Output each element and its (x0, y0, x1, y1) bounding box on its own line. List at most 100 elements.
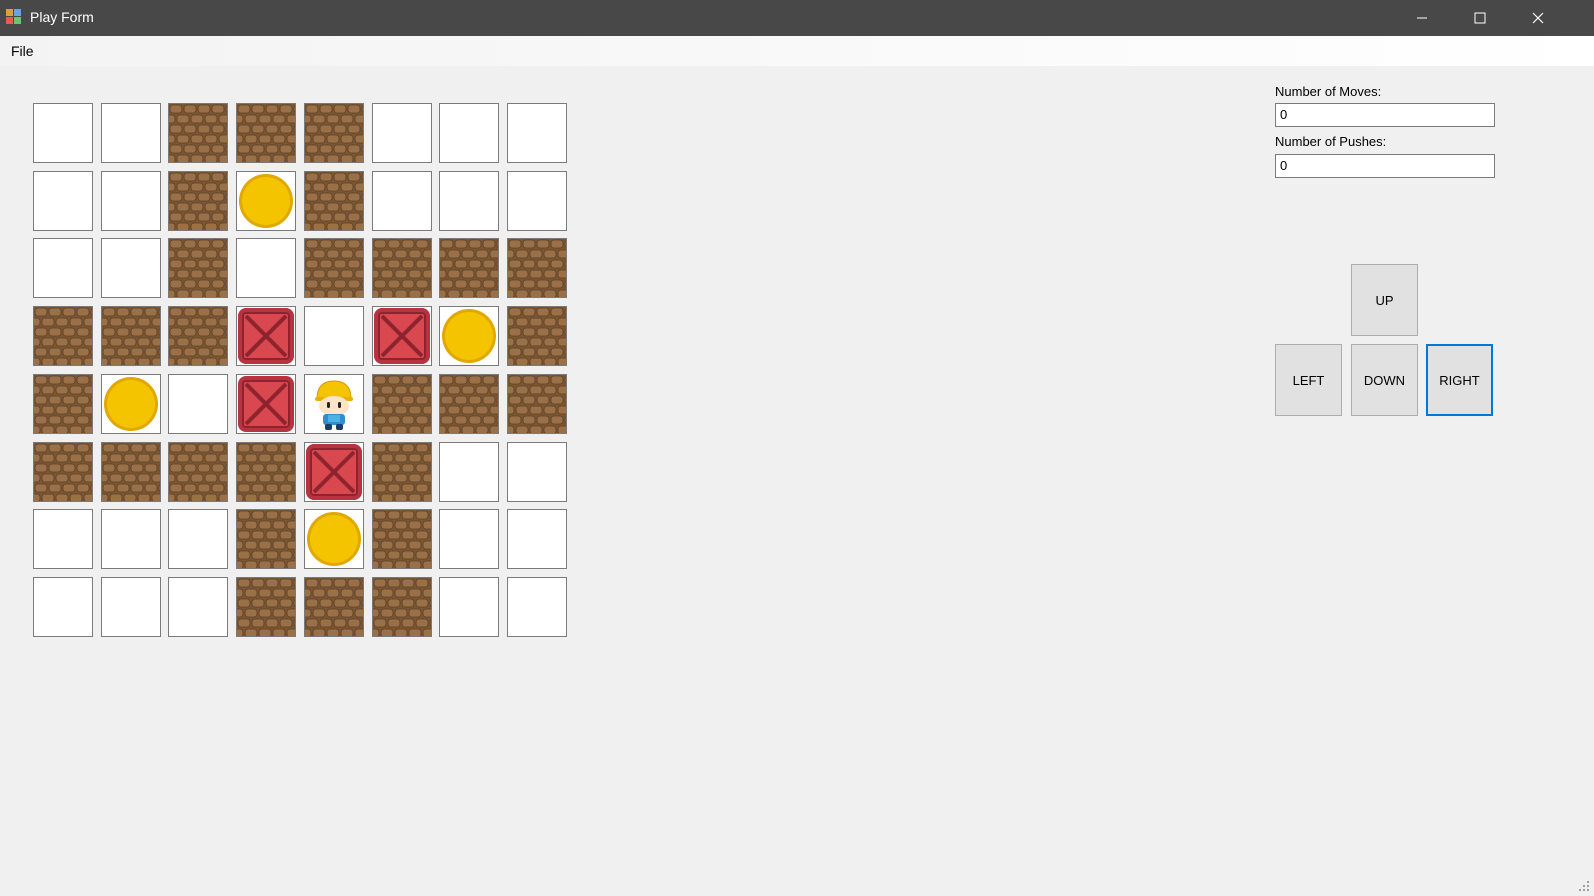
wall-cell (168, 238, 229, 299)
empty-cell (100, 103, 161, 163)
title-bar: Play Form (0, 0, 1594, 36)
wall-cell (168, 103, 229, 163)
down-button[interactable]: DOWN (1351, 344, 1418, 416)
empty-cell (100, 576, 161, 637)
menu-bar: File (0, 36, 1594, 66)
empty-cell (168, 373, 229, 434)
gold-coin-icon (239, 173, 294, 228)
wall-cell (236, 576, 297, 637)
brick-icon (440, 374, 499, 433)
empty-cell (236, 238, 297, 299)
left-button[interactable]: LEFT (1275, 344, 1342, 416)
empty-cell (33, 238, 93, 299)
empty-cell (100, 170, 161, 231)
minimize-icon (1417, 17, 1427, 19)
brick-icon (237, 510, 296, 569)
brick-icon (440, 239, 499, 298)
empty-cell (303, 306, 364, 367)
brick-icon (507, 374, 566, 433)
moves-field[interactable]: 0 (1275, 103, 1495, 127)
crate-cell (236, 306, 297, 367)
empty-cell (506, 170, 567, 231)
empty-cell (33, 576, 93, 637)
brick-icon (237, 577, 296, 636)
brick-icon (237, 442, 296, 501)
crate-icon (238, 375, 295, 432)
wall-cell (303, 238, 364, 299)
crate-cell (236, 373, 297, 434)
brick-icon (34, 442, 92, 501)
empty-cell (439, 103, 500, 163)
wall-cell (303, 103, 364, 163)
brick-icon (34, 307, 92, 366)
wall-cell (371, 373, 432, 434)
wall-cell (506, 373, 567, 434)
right-button[interactable]: RIGHT (1426, 344, 1493, 416)
empty-cell (439, 441, 500, 502)
empty-cell (168, 576, 229, 637)
empty-cell (439, 170, 500, 231)
wall-cell (236, 441, 297, 502)
empty-cell (168, 509, 229, 570)
up-button[interactable]: UP (1351, 264, 1418, 336)
wall-cell (168, 441, 229, 502)
brick-icon (101, 307, 160, 366)
brick-icon (507, 307, 566, 366)
brick-icon (372, 442, 431, 501)
brick-icon (304, 577, 363, 636)
app-icon (6, 9, 21, 24)
empty-cell (439, 509, 500, 570)
maximize-button[interactable] (1451, 0, 1509, 36)
brick-icon (169, 442, 228, 501)
empty-cell (33, 103, 93, 163)
wall-cell (371, 238, 432, 299)
brick-icon (372, 239, 431, 298)
brick-icon (237, 104, 296, 162)
wall-cell (33, 373, 93, 434)
close-icon (1532, 12, 1544, 24)
wall-cell (371, 576, 432, 637)
brick-icon (169, 171, 228, 230)
wall-cell (506, 306, 567, 367)
crate-cell (371, 306, 432, 367)
wall-cell (100, 306, 161, 367)
empty-cell (33, 170, 93, 231)
wall-cell (33, 441, 93, 502)
close-button[interactable] (1509, 0, 1567, 36)
empty-cell (100, 509, 161, 570)
brick-icon (507, 239, 566, 298)
pushes-label: Number of Pushes: (1275, 134, 1387, 149)
empty-cell (506, 509, 567, 570)
resize-grip-icon[interactable] (1578, 880, 1590, 892)
wall-cell (439, 373, 500, 434)
wall-cell (168, 306, 229, 367)
empty-cell (506, 576, 567, 637)
gold-coin-icon (103, 376, 158, 431)
brick-icon (372, 510, 431, 569)
brick-icon (34, 374, 92, 433)
wall-cell (100, 441, 161, 502)
brick-icon (304, 104, 363, 162)
empty-cell (439, 576, 500, 637)
wall-cell (439, 238, 500, 299)
empty-cell (100, 238, 161, 299)
brick-icon (101, 442, 160, 501)
pushes-field[interactable]: 0 (1275, 154, 1495, 178)
player-icon (314, 380, 353, 430)
menu-file[interactable]: File (11, 43, 34, 59)
wall-cell (303, 576, 364, 637)
maximize-icon (1474, 12, 1486, 24)
empty-cell (506, 441, 567, 502)
wall-cell (236, 103, 297, 163)
player-cell (303, 373, 364, 434)
minimize-button[interactable] (1393, 0, 1451, 36)
goal-cell (236, 170, 297, 231)
gold-coin-icon (442, 309, 497, 364)
brick-icon (169, 307, 228, 366)
wall-cell (168, 170, 229, 231)
wall-cell (506, 238, 567, 299)
empty-cell (506, 103, 567, 163)
wall-cell (371, 509, 432, 570)
wall-cell (33, 306, 93, 367)
empty-cell (371, 103, 432, 163)
